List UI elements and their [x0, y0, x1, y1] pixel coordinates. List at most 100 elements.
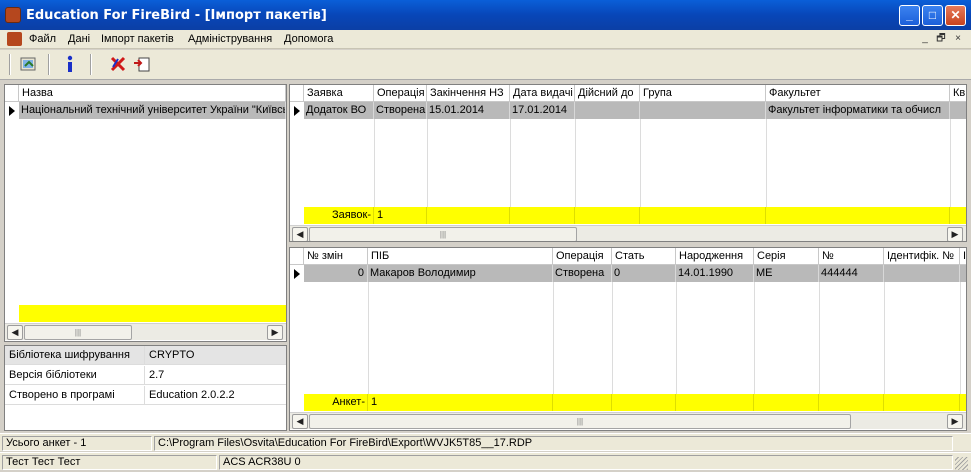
footer-cell — [427, 207, 510, 224]
cell-faculty: Факультет інформатики та обчисл — [766, 102, 950, 119]
cell-kv — [950, 102, 966, 119]
table-row[interactable]: 0 Макаров Володимир Створена 0 14.01.199… — [304, 265, 966, 282]
names-grid: Назва Національний технічний університет… — [4, 84, 287, 342]
applications-hscrollbar[interactable]: ◀ ||| ▶ — [290, 225, 966, 241]
scroll-right-icon[interactable]: ▶ — [947, 227, 963, 241]
scroll-thumb[interactable]: ||| — [309, 414, 851, 429]
cell-sex: 0 — [612, 265, 676, 282]
footer-cell — [612, 394, 676, 411]
column-header-operation[interactable]: Операція — [374, 85, 427, 102]
column-header-operation[interactable]: Операція — [553, 248, 612, 265]
questionnaires-footer: Анкет- 1 — [304, 394, 966, 411]
indicator-header — [290, 85, 304, 102]
indicator-header — [5, 85, 19, 102]
window-title: Education For FireBird - [Імпорт пакетів… — [26, 8, 327, 23]
mdi-minimize-button[interactable]: _ — [918, 33, 932, 46]
scroll-thumb[interactable]: ||| — [309, 227, 577, 241]
mdi-restore-button[interactable]: 🗗 — [934, 33, 948, 46]
column-header-application[interactable]: Заявка — [304, 85, 374, 102]
menu-help[interactable]: Допомога — [284, 33, 333, 45]
app-icon — [5, 7, 21, 23]
close-button[interactable]: ✕ — [945, 5, 966, 26]
toolbar-separator — [48, 54, 50, 75]
footer-label: Заявок- — [304, 207, 374, 224]
column-header-extra[interactable]: І — [960, 248, 966, 265]
name-cell[interactable]: Національний технічний університет Украї… — [19, 102, 286, 119]
export-icon[interactable] — [131, 53, 153, 75]
column-header-series[interactable]: Серія — [754, 248, 819, 265]
property-value: Education 2.0.2.2 — [149, 389, 235, 401]
status-bar-top: Усього анкет - 1 C:\Program Files\Osvita… — [0, 433, 971, 451]
column-header-id-number[interactable]: Ідентифік. № — [884, 248, 960, 265]
cell-operation: Створена — [374, 102, 427, 119]
delete-icon[interactable] — [107, 53, 129, 75]
column-header-group[interactable]: Група — [640, 85, 766, 102]
cell-end-date: 15.01.2014 — [427, 102, 510, 119]
status-user: Тест Тест Тест — [2, 455, 217, 470]
questionnaires-hscrollbar[interactable]: ◀ ||| ▶ — [290, 412, 966, 429]
info-icon[interactable] — [59, 53, 81, 75]
footer-count: 1 — [374, 207, 427, 224]
property-key: Бібліотека шифрування — [5, 346, 145, 365]
grid-line — [510, 119, 511, 207]
property-row: Створено в програмі Education 2.0.2.2 — [5, 386, 286, 405]
menu-admin[interactable]: Адміністрування — [188, 33, 272, 45]
grid-line — [884, 282, 885, 394]
menu-import[interactable]: Імпорт пакетів — [101, 33, 174, 45]
grid-line — [819, 282, 820, 394]
grid-line — [368, 282, 369, 394]
column-header-birth-date[interactable]: Народження — [676, 248, 754, 265]
menu-data[interactable]: Дані — [68, 33, 90, 45]
column-header-changes[interactable]: № змін — [304, 248, 368, 265]
status-path: C:\Program Files\Osvita\Education For Fi… — [154, 436, 953, 451]
grid-line — [553, 282, 554, 394]
property-value: 2.7 — [149, 369, 165, 381]
column-header-name[interactable]: Назва — [19, 85, 286, 102]
column-header-valid-until[interactable]: Дійсний до — [575, 85, 640, 102]
current-row-icon — [294, 106, 300, 116]
scroll-left-icon[interactable]: ◀ — [292, 414, 308, 429]
names-footer — [19, 305, 286, 322]
table-row[interactable]: Додаток ВО Створена 15.01.2014 17.01.201… — [304, 102, 966, 119]
grid-line — [427, 119, 428, 207]
column-header-faculty[interactable]: Факультет — [766, 85, 950, 102]
column-header-kv[interactable]: Кв — [950, 85, 966, 102]
footer-cell — [676, 394, 754, 411]
cell-series: МЕ — [754, 265, 819, 282]
import-icon[interactable] — [18, 53, 40, 75]
maximize-button[interactable]: □ — [922, 5, 943, 26]
column-header-full-name[interactable]: ПІБ — [368, 248, 553, 265]
title-bar: Education For FireBird - [Імпорт пакетів… — [0, 0, 971, 30]
scroll-left-icon[interactable]: ◀ — [292, 227, 308, 241]
row-indicator — [5, 102, 19, 119]
scroll-right-icon[interactable]: ▶ — [947, 414, 963, 429]
cell-group — [640, 102, 766, 119]
grid-line — [612, 282, 613, 394]
current-row-icon — [294, 269, 300, 279]
property-row: Бібліотека шифрування CRYPTO — [5, 346, 286, 365]
footer-cell — [640, 207, 766, 224]
indicator-header — [290, 248, 304, 265]
scroll-left-icon[interactable]: ◀ — [7, 325, 23, 340]
column-header-sex[interactable]: Стать — [612, 248, 676, 265]
row-indicator — [290, 265, 304, 282]
footer-cell — [553, 394, 612, 411]
cell-full-name: Макаров Володимир — [368, 265, 553, 282]
toolbar — [0, 50, 971, 80]
column-header-number[interactable]: № — [819, 248, 884, 265]
footer-cell — [575, 207, 640, 224]
mdi-close-button[interactable]: × — [951, 33, 965, 46]
footer-cell — [819, 394, 884, 411]
minimize-button[interactable]: _ — [899, 5, 920, 26]
scroll-right-icon[interactable]: ▶ — [267, 325, 283, 340]
scroll-thumb[interactable]: ||| — [24, 325, 132, 340]
toolbar-separator — [9, 54, 11, 75]
names-hscrollbar[interactable]: ◀ ||| ▶ — [5, 323, 286, 340]
column-header-end-date[interactable]: Закінчення НЗ — [427, 85, 510, 102]
cell-birth-date: 14.01.1990 — [676, 265, 754, 282]
column-header-issue-date[interactable]: Дата видачі — [510, 85, 575, 102]
resize-grip-icon[interactable] — [955, 457, 968, 470]
menu-file[interactable]: Файл — [29, 33, 56, 45]
questionnaires-grid: № змін ПІБ Операція Стать Народження Сер… — [289, 247, 967, 431]
grid-line — [960, 282, 961, 394]
